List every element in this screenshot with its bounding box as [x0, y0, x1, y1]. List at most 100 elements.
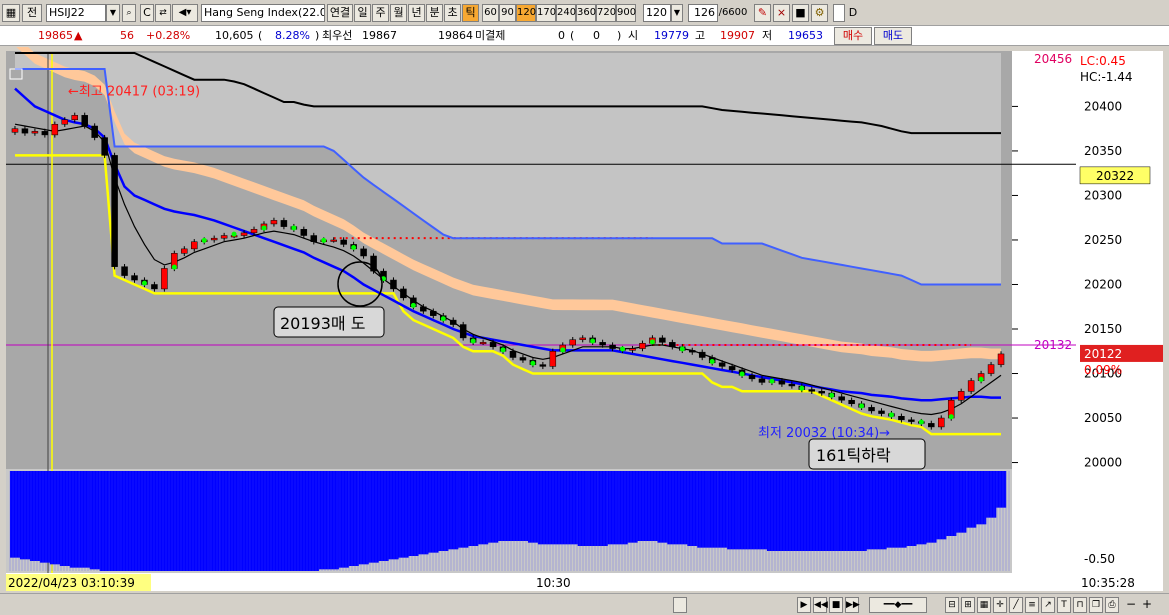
chevron-down-icon[interactable]: ▼: [671, 4, 683, 22]
price-tick-label: 20350: [1084, 144, 1122, 158]
menu-grid-icon[interactable]: ▦: [2, 4, 20, 22]
best-label: 최우선: [322, 29, 353, 42]
signal-dot: [978, 376, 984, 382]
gear-icon[interactable]: ⚙: [811, 4, 828, 22]
count-input[interactable]: 126: [688, 4, 718, 22]
price-tick-label: 20250: [1084, 233, 1122, 247]
zoom-slider[interactable]: ━━◆━━: [869, 597, 927, 613]
indicator-tick-label: -0.50: [1084, 552, 1115, 566]
sound-icon[interactable]: ◀▾: [172, 4, 198, 22]
interval-button-900[interactable]: 900: [616, 4, 636, 22]
indicator-bar: [508, 471, 519, 541]
buy-button[interactable]: 매수: [834, 27, 872, 45]
instrument-name-field: Hang Seng Index(22.0: [201, 4, 325, 22]
indicator-bar: [836, 471, 847, 551]
arrow-tool-icon[interactable]: ↗: [1041, 597, 1055, 613]
indicator-bar: [189, 471, 200, 571]
signal-dot: [201, 237, 207, 243]
d-checkbox[interactable]: [833, 4, 845, 22]
signal-dot: [530, 360, 536, 366]
indicator-bar: [358, 471, 369, 565]
signal-dot: [679, 346, 685, 352]
price-change: 56: [120, 29, 134, 42]
signal-dot: [769, 378, 775, 384]
save-icon[interactable]: ■: [792, 4, 809, 22]
drop-callout: 161틱하락: [816, 446, 891, 465]
plus-icon[interactable]: +: [1141, 597, 1153, 613]
refresh-icon[interactable]: C: [140, 4, 154, 22]
indicator-bar: [826, 471, 837, 551]
date-readout: 2022/04/23 03:10:39: [8, 576, 135, 590]
interval-button-240[interactable]: 240: [556, 4, 576, 22]
tab-period-4[interactable]: 년: [408, 4, 425, 22]
crosshair-icon[interactable]: ✛: [993, 597, 1007, 613]
paren-open: (: [570, 29, 575, 42]
indicator-bar: [428, 471, 439, 553]
indicator-bar: [707, 471, 718, 548]
price-chart[interactable]: 2040020350203002025020200201502010020050…: [6, 47, 1169, 593]
signal-dot: [799, 385, 805, 391]
candle: [161, 265, 168, 292]
tab-period-2[interactable]: 주: [372, 4, 389, 22]
copy-icon[interactable]: ❐: [1089, 597, 1103, 613]
signal-dot: [888, 412, 894, 418]
magnet-icon[interactable]: ⊓: [1073, 597, 1087, 613]
indicator-bar: [39, 471, 51, 563]
scroll-thumb[interactable]: [673, 597, 687, 613]
price-tick-label: 20200: [1084, 277, 1122, 291]
volume-ratio: 8.28%: [275, 29, 310, 42]
indicator-bar: [906, 471, 917, 546]
drawing-tool-icon[interactable]: ✎: [754, 4, 771, 22]
tab-period-5[interactable]: 분: [426, 4, 443, 22]
tab-period-0[interactable]: 연결: [327, 4, 353, 22]
indicator-bar: [527, 471, 539, 543]
interval-button-90[interactable]: 90: [499, 4, 516, 22]
interval-button-170[interactable]: 170: [536, 4, 556, 22]
line-tool-icon[interactable]: ╱: [1009, 597, 1023, 613]
interval-button-720[interactable]: 720: [596, 4, 616, 22]
sell-button[interactable]: 매도: [874, 27, 912, 45]
print-icon[interactable]: ⎙: [1105, 597, 1119, 613]
candle: [459, 321, 467, 341]
interval-input[interactable]: 120: [643, 4, 671, 22]
candle: [101, 134, 108, 159]
indicator-bar: [249, 471, 260, 571]
signal-dot: [739, 371, 745, 377]
fib-tool-icon[interactable]: ≡: [1025, 597, 1039, 613]
interval-button-60[interactable]: 60: [482, 4, 499, 22]
grid-icon[interactable]: ▦: [977, 597, 991, 613]
tab-period-7[interactable]: 틱: [462, 4, 479, 22]
indicator-bar: [577, 471, 588, 546]
stop-icon[interactable]: ■: [829, 597, 843, 613]
chevron-down-icon[interactable]: ▼: [106, 4, 120, 22]
zoom-in-icon[interactable]: ⊞: [961, 597, 975, 613]
minus-icon[interactable]: −: [1125, 597, 1137, 613]
open-value: 19779: [654, 29, 689, 42]
high-annotation: ←최고 20417 (03:19): [68, 85, 200, 100]
interval-button-120[interactable]: 120: [516, 4, 536, 22]
indicator-bar: [986, 471, 997, 518]
indicator-bar: [747, 471, 758, 550]
indicator-bar: [99, 471, 110, 571]
indicator-bar: [478, 471, 489, 545]
mode-button[interactable]: 전: [22, 4, 42, 22]
low-label: 저: [762, 29, 773, 42]
tab-period-1[interactable]: 일: [354, 4, 371, 22]
indicator-bar: [956, 471, 967, 533]
first-icon[interactable]: ◀◀: [813, 597, 828, 613]
search-icon[interactable]: ⌕: [122, 4, 136, 22]
indicator-icon[interactable]: ⨯: [773, 4, 790, 22]
indicator-bar: [468, 471, 479, 546]
tab-period-3[interactable]: 월: [390, 4, 407, 22]
link-icon[interactable]: ⇄: [155, 4, 171, 22]
symbol-input[interactable]: HSIJ22: [46, 4, 106, 22]
price-tick-label: 20400: [1084, 99, 1122, 113]
play-icon[interactable]: ▶: [797, 597, 811, 613]
zoom-out-icon[interactable]: ⊟: [945, 597, 959, 613]
text-tool-icon[interactable]: T: [1057, 597, 1071, 613]
last-icon[interactable]: ▶▶: [845, 597, 860, 613]
indicator-bar: [936, 471, 947, 540]
tab-period-6[interactable]: 초: [444, 4, 461, 22]
interval-button-360[interactable]: 360: [576, 4, 596, 22]
signal-dot: [291, 225, 297, 231]
